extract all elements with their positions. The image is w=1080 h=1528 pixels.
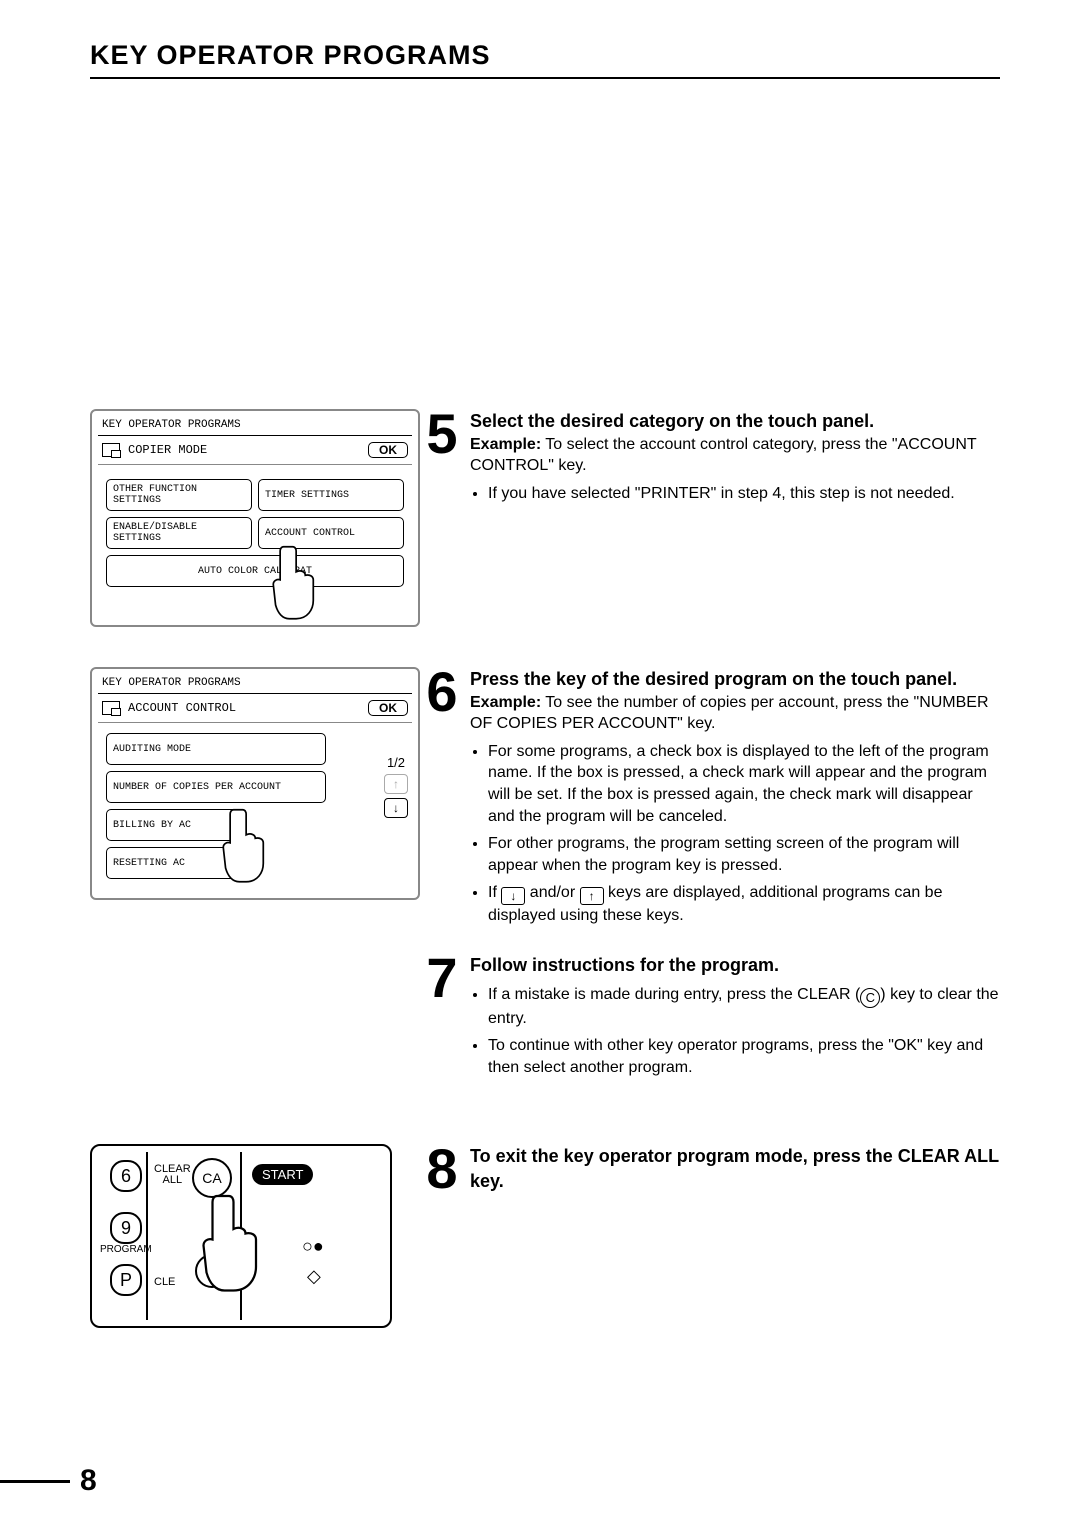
up-arrow-icon: ↑ bbox=[580, 887, 604, 905]
clear-all-label: CLEAR ALL bbox=[154, 1164, 191, 1186]
keypad-6[interactable]: 6 bbox=[110, 1160, 142, 1192]
touch-panel-step5: KEY OPERATOR PROGRAMS COPIER MODE OK OTH… bbox=[90, 409, 420, 627]
page-title: KEY OPERATOR PROGRAMS bbox=[90, 40, 1000, 79]
keypad-illustration: 6 9 PROGRAM P CLEAR ALL CA C CLE START ○… bbox=[90, 1144, 392, 1328]
step7-bullet1: If a mistake is made during entry, press… bbox=[488, 984, 1000, 1030]
program-label: PROGRAM bbox=[100, 1244, 152, 1255]
enable-disable-settings-button[interactable]: ENABLE/DISABLE SETTINGS bbox=[106, 517, 252, 549]
hand-cursor-icon bbox=[222, 804, 268, 884]
step5-heading: Select the desired category on the touch… bbox=[470, 411, 874, 431]
example-text: To see the number of copies per account,… bbox=[470, 694, 989, 733]
step-number-5: 5 bbox=[420, 409, 464, 459]
step7-heading: Follow instructions for the program. bbox=[470, 955, 779, 975]
copier-icon bbox=[102, 701, 120, 715]
start-diamond-icon: ◇ bbox=[307, 1266, 321, 1287]
page-number: 8 bbox=[80, 1464, 97, 1498]
panel-title: KEY OPERATOR PROGRAMS bbox=[102, 419, 412, 431]
down-arrow-button[interactable]: ↓ bbox=[384, 798, 408, 818]
start-button[interactable]: START bbox=[252, 1164, 313, 1185]
up-arrow-button[interactable]: ↑ bbox=[384, 774, 408, 794]
mode-label: ACCOUNT CONTROL bbox=[128, 701, 236, 715]
ok-button[interactable]: OK bbox=[368, 700, 408, 716]
step5-bullet: If you have selected "PRINTER" in step 4… bbox=[488, 483, 1000, 505]
step6-bullet3: If ↓ and/or ↑ keys are displayed, additi… bbox=[488, 882, 1000, 927]
keypad-p[interactable]: P bbox=[110, 1264, 142, 1296]
step8-heading: To exit the key operator program mode, p… bbox=[470, 1146, 999, 1191]
number-of-copies-button[interactable]: NUMBER OF COPIES PER ACCOUNT bbox=[106, 771, 326, 803]
mode-label: COPIER MODE bbox=[128, 443, 207, 457]
billing-by-account-button[interactable]: BILLING BY AC bbox=[106, 809, 240, 841]
timer-settings-button[interactable]: TIMER SETTINGS bbox=[258, 479, 404, 511]
hand-cursor-icon bbox=[202, 1186, 262, 1296]
other-function-settings-button[interactable]: OTHER FUNCTION SETTINGS bbox=[106, 479, 252, 511]
ok-button[interactable]: OK bbox=[368, 442, 408, 458]
step6-bullet2: For other programs, the program setting … bbox=[488, 833, 1000, 876]
example-label: Example: bbox=[470, 694, 541, 711]
hand-cursor-icon bbox=[272, 541, 318, 621]
step7-bullet2: To continue with other key operator prog… bbox=[488, 1035, 1000, 1078]
clear-label: CLE bbox=[154, 1276, 175, 1288]
step-number-7: 7 bbox=[420, 953, 464, 1003]
example-text: To select the account control category, … bbox=[470, 436, 976, 475]
copier-icon bbox=[102, 443, 120, 457]
resetting-account-button[interactable]: RESETTING AC bbox=[106, 847, 240, 879]
touch-panel-step6: KEY OPERATOR PROGRAMS ACCOUNT CONTROL OK… bbox=[90, 667, 420, 900]
keypad-9[interactable]: 9 bbox=[110, 1212, 142, 1244]
step6-heading: Press the key of the desired program on … bbox=[470, 669, 957, 689]
step-number-8: 8 bbox=[420, 1144, 464, 1194]
auto-color-calibration-button[interactable]: AUTO COLOR CALIBRAT bbox=[106, 555, 404, 587]
clear-key-icon: C bbox=[860, 988, 880, 1008]
page-indicator: 1/2 bbox=[384, 755, 408, 770]
indicator-dots-icon: ○● bbox=[302, 1236, 324, 1257]
down-arrow-icon: ↓ bbox=[501, 887, 525, 905]
panel-title: KEY OPERATOR PROGRAMS bbox=[102, 677, 412, 689]
example-label: Example: bbox=[470, 436, 541, 453]
auditing-mode-button[interactable]: AUDITING MODE bbox=[106, 733, 326, 765]
step-number-6: 6 bbox=[420, 667, 464, 717]
step6-bullet1: For some programs, a check box is displa… bbox=[488, 741, 1000, 827]
